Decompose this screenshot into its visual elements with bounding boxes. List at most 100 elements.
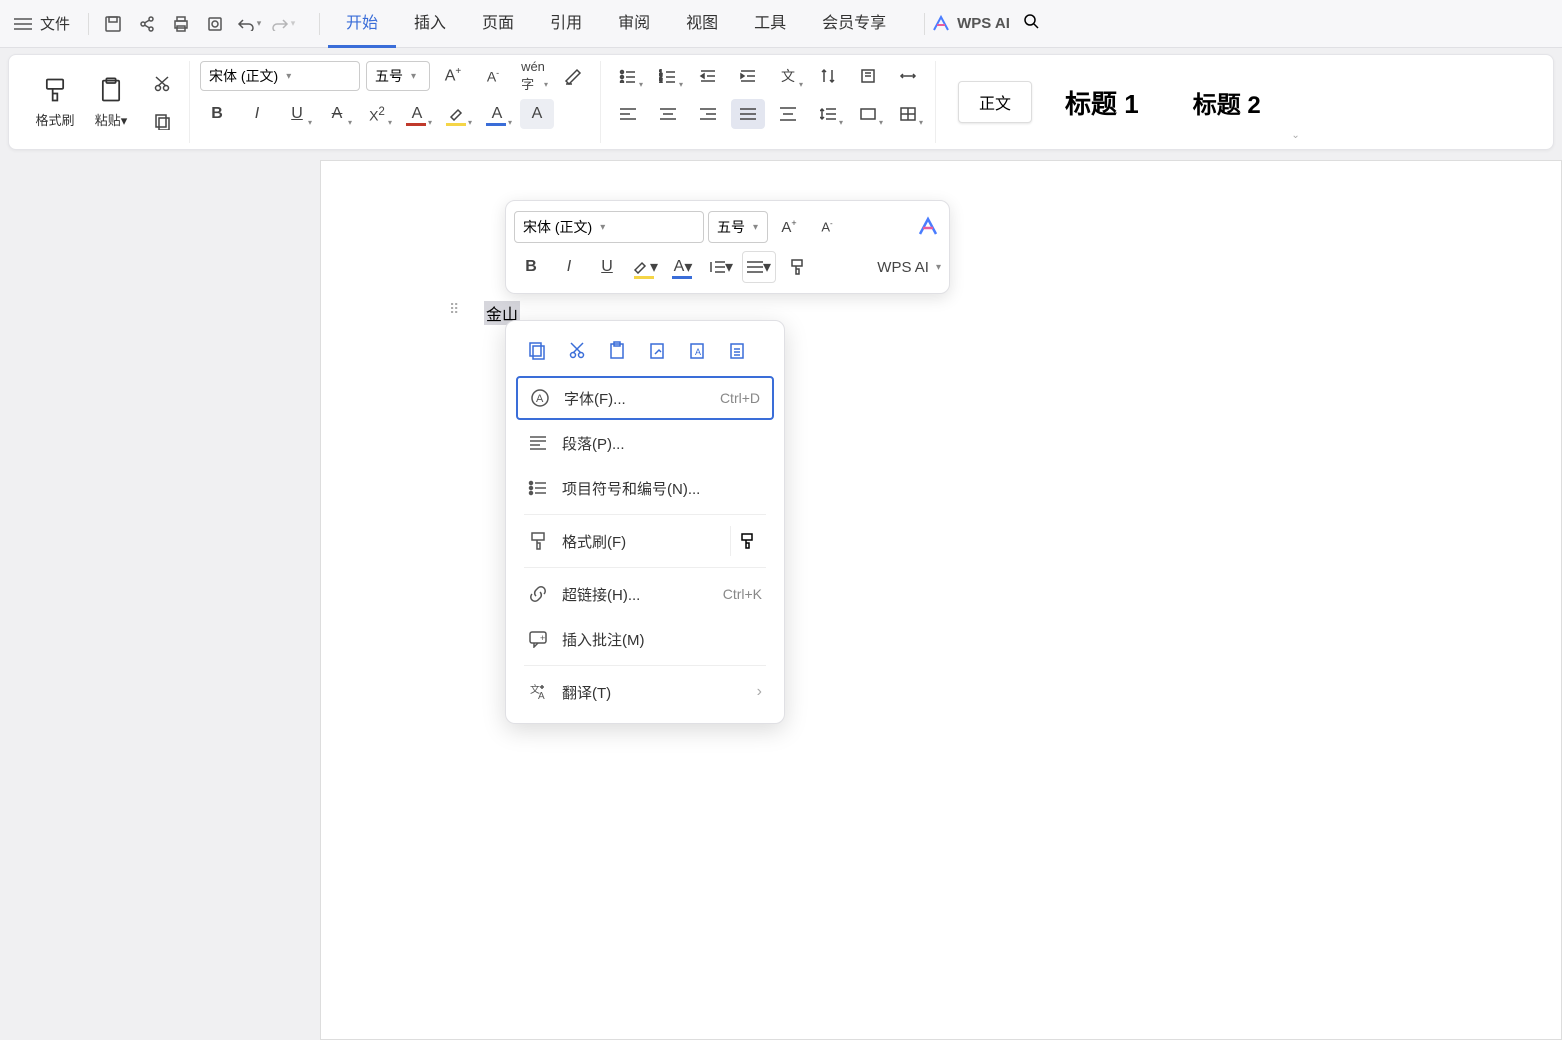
cm-item-label: 翻译(T) [562,682,757,703]
context-menu-item[interactable]: 项目符号和编号(N)... [516,466,774,510]
mini-bold-icon[interactable]: B [514,251,548,283]
text-direction-icon[interactable]: 文▾ [771,61,805,91]
print-icon[interactable] [165,9,197,39]
redo-icon[interactable]: ▾ [267,9,299,39]
tab-view[interactable]: 视图 [668,0,736,48]
grow-font-icon[interactable]: A+ [436,61,470,91]
context-menu-item[interactable]: 文A翻译(T)› [516,670,774,714]
context-menu: A A 字体(F)...Ctrl+D 段落(P)... 项目符号和编号(N)... 格式… [505,320,785,724]
decrease-indent-icon[interactable] [691,61,725,91]
format-painter-button[interactable]: 格式刷 [27,63,83,141]
wps-ai-icon [931,14,951,34]
strikethrough-icon[interactable]: A▾ [320,99,354,129]
superscript-icon[interactable]: X2▾ [360,99,394,129]
hamburger-icon[interactable] [8,9,38,39]
paste-button[interactable]: 粘贴▾ [83,63,139,141]
cm-paste-format-icon[interactable] [642,335,672,365]
tab-home[interactable]: 开始 [328,0,396,48]
align-left-icon[interactable] [611,99,645,129]
cm-item-side-icon[interactable] [730,526,762,556]
file-menu[interactable]: 文件 [40,13,70,34]
copy-icon[interactable] [145,106,179,136]
cm-cut-icon[interactable] [562,335,592,365]
show-marks-icon[interactable] [851,61,885,91]
context-menu-item[interactable]: 段落(P)... [516,421,774,465]
context-menu-item[interactable]: A 字体(F)...Ctrl+D [516,376,774,420]
numbering-icon[interactable]: 123▾ [651,61,685,91]
tab-tools[interactable]: 工具 [736,0,804,48]
mini-highlight-icon[interactable]: ▾ [628,251,662,283]
bullets-icon[interactable]: ▾ [611,61,645,91]
context-menu-item[interactable]: 格式刷(F) [516,519,774,563]
shading-icon[interactable]: ▾ [851,99,885,129]
mini-grow-font-icon[interactable]: A+ [772,211,806,243]
shrink-font-icon[interactable]: A- [476,61,510,91]
line-spacing-icon[interactable]: ▾ [811,99,845,129]
share-icon[interactable] [131,9,163,39]
context-menu-item[interactable]: 超链接(H)...Ctrl+K [516,572,774,616]
text-color-icon[interactable]: A▾ [480,99,514,129]
font-size-select[interactable]: 五号▾ [366,61,430,91]
svg-text:A: A [695,347,701,357]
tab-insert[interactable]: 插入 [396,0,464,48]
save-icon[interactable] [97,9,129,39]
phonetic-guide-icon[interactable]: wén字▾ [516,61,550,91]
mini-ai-icon[interactable] [915,214,941,240]
drag-handle-icon[interactable]: ⠿ [449,301,457,318]
mini-justify-icon[interactable]: ▾ [742,251,776,283]
cm-item-label: 段落(P)... [562,433,762,454]
svg-text:A: A [536,393,544,405]
sort-icon[interactable] [811,61,845,91]
undo-icon[interactable]: ▾ [233,9,265,39]
cm-item-label: 项目符号和编号(N)... [562,478,762,499]
cm-item-label: 超链接(H)... [562,584,723,605]
char-width-icon[interactable] [891,61,925,91]
clear-format-icon[interactable] [556,61,590,91]
mini-font-size[interactable]: 五号▾ [708,211,768,243]
cm-paste-icon[interactable] [602,335,632,365]
align-center-icon[interactable] [651,99,685,129]
style-heading1[interactable]: 标题 1 [1044,75,1160,130]
mini-underline-icon[interactable]: U [590,251,624,283]
mini-font-name[interactable]: 宋体 (正文)▾ [514,211,704,243]
cm-copy-icon[interactable] [522,335,552,365]
style-heading2[interactable]: 标题 2 [1172,76,1282,129]
svg-text:A: A [538,691,545,701]
tab-member[interactable]: 会员专享 [804,0,904,48]
font-color-icon[interactable]: A▾ [400,99,434,129]
align-right-icon[interactable] [691,99,725,129]
font-name-select[interactable]: 宋体 (正文)▾ [200,61,360,91]
chevron-right-icon: › [757,683,762,701]
tab-review[interactable]: 审阅 [600,0,668,48]
align-justify-icon[interactable] [731,99,765,129]
cm-item-icon [528,584,552,604]
cut-icon[interactable] [145,68,179,98]
cm-paste-text-icon[interactable]: A [682,335,712,365]
bold-icon[interactable]: B [200,99,234,129]
underline-icon[interactable]: U▾ [280,99,314,129]
char-shading-icon[interactable]: A [520,99,554,129]
style-body[interactable]: 正文 [958,81,1032,123]
italic-icon[interactable]: I [240,99,274,129]
dialog-launcher-icon[interactable]: ⌄ [1291,130,1299,141]
print-preview-icon[interactable] [199,9,231,39]
wps-ai-label[interactable]: WPS AI [957,15,1010,32]
context-menu-item[interactable]: +插入批注(M) [516,617,774,661]
mini-shrink-font-icon[interactable]: A- [810,211,844,243]
mini-format-painter-icon[interactable] [780,251,814,283]
mini-italic-icon[interactable]: I [552,251,586,283]
increase-indent-icon[interactable] [731,61,765,91]
highlight-icon[interactable]: ▾ [440,99,474,129]
cm-item-shortcut: Ctrl+D [720,390,760,406]
tab-reference[interactable]: 引用 [532,0,600,48]
search-icon[interactable] [1022,12,1040,35]
tab-page[interactable]: 页面 [464,0,532,48]
mini-font-color-icon[interactable]: A▾ [666,251,700,283]
mini-ai-label[interactable]: WPS AI [877,259,929,276]
distribute-icon[interactable] [771,99,805,129]
mini-line-spacing-icon[interactable]: ▾ [704,251,738,283]
style-gallery[interactable]: 正文 标题 1 标题 2 [946,75,1294,130]
borders-icon[interactable]: ▾ [891,99,925,129]
cm-paste-list-icon[interactable] [722,335,752,365]
cm-item-label: 字体(F)... [564,388,720,409]
